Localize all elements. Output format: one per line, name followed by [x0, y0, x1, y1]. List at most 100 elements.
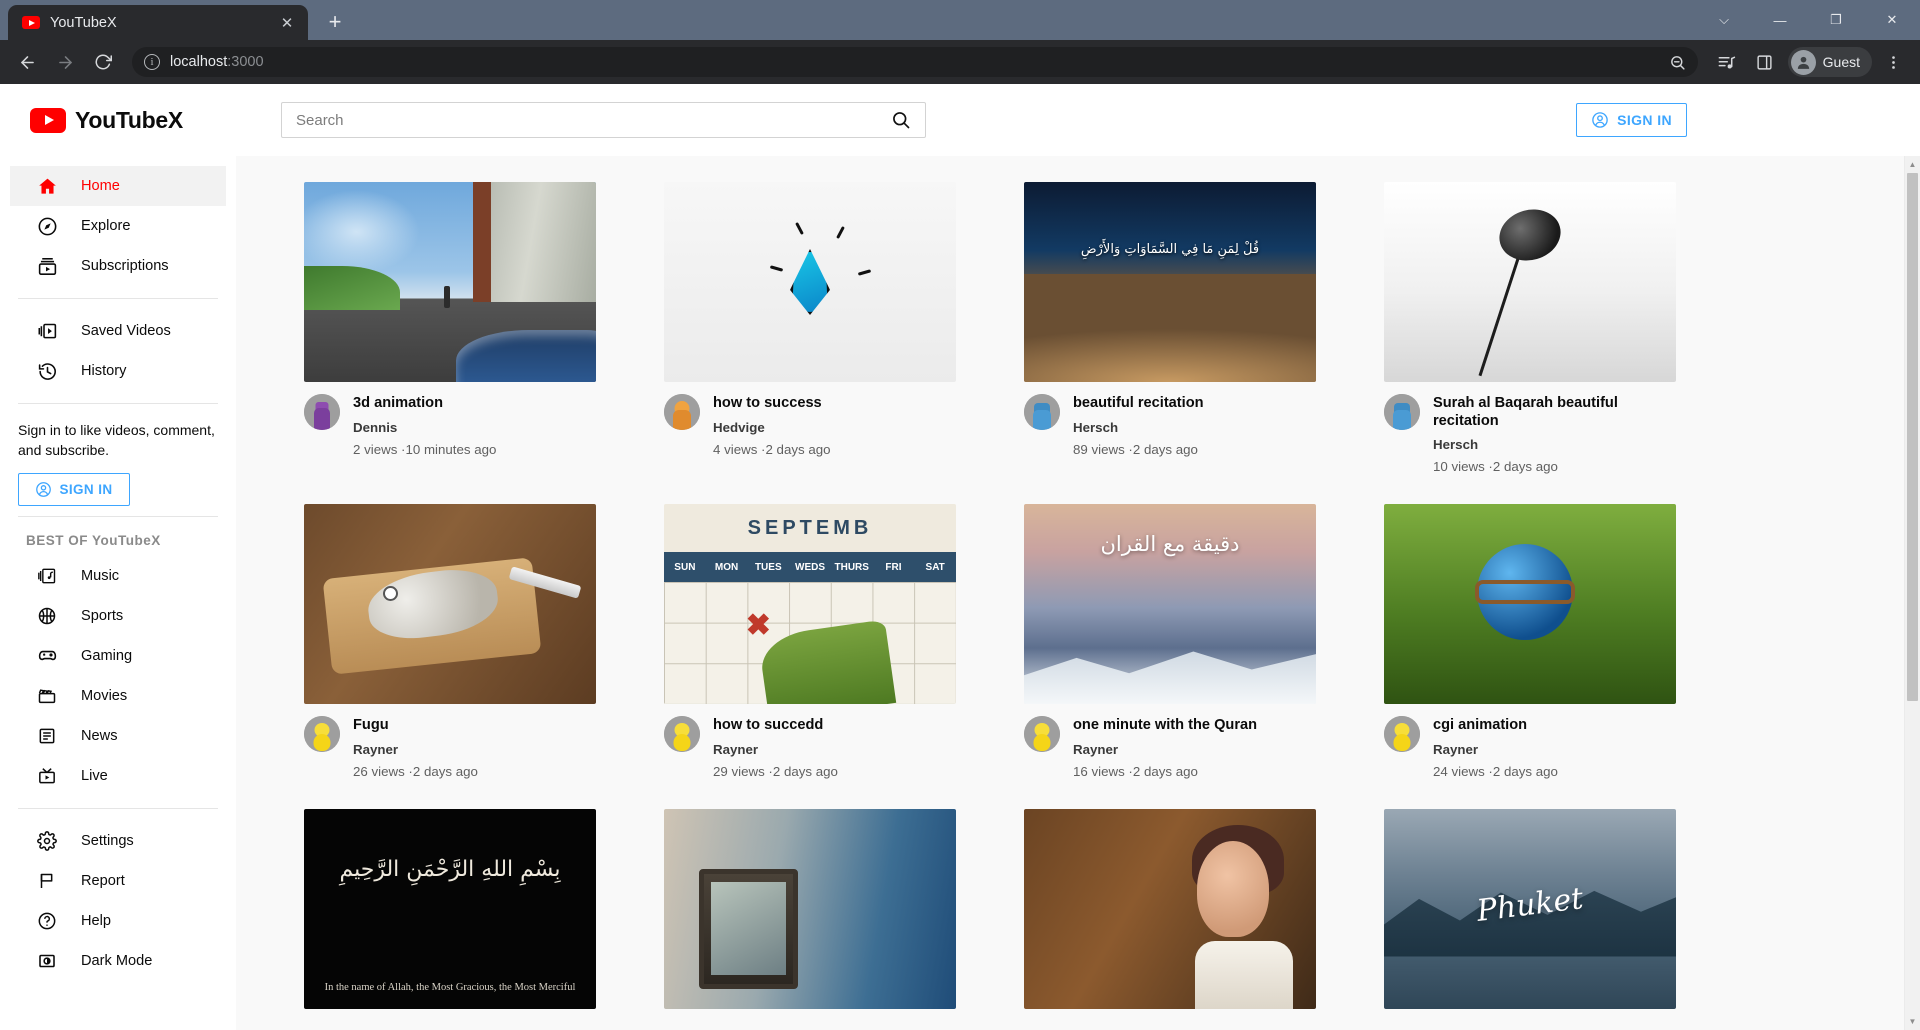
- video-thumbnail[interactable]: [664, 808, 956, 1009]
- video-thumbnail[interactable]: دقيقة مع القران: [1024, 504, 1316, 704]
- search-input[interactable]: [296, 111, 891, 129]
- sidebar-item-explore[interactable]: Explore: [10, 206, 226, 246]
- video-title[interactable]: beautiful recitation: [1073, 395, 1204, 413]
- channel-name[interactable]: Rayner: [1433, 742, 1558, 757]
- video-card[interactable]: بِسْمِ اللهِ الرَّحْمَنِ الرَّحِيمِ In t…: [304, 808, 596, 1009]
- live-icon: [36, 765, 58, 787]
- video-thumbnail[interactable]: SEPTEMB SUN MON TUES WEDS THURS FRI SAT: [664, 504, 956, 704]
- sidebar-item-label: Music: [81, 567, 120, 584]
- sidebar-item-movies[interactable]: Movies: [10, 676, 226, 716]
- reload-icon[interactable]: [86, 45, 120, 79]
- video-thumbnail[interactable]: [1384, 182, 1676, 382]
- forward-icon[interactable]: [48, 45, 82, 79]
- sidebar-item-help[interactable]: Help: [10, 901, 226, 941]
- page-scrollbar[interactable]: ▲ ▼: [1904, 156, 1920, 1030]
- video-card[interactable]: how to success Hedvige 4 views ·2 days a…: [664, 182, 956, 474]
- sidebar-item-sports[interactable]: Sports: [10, 596, 226, 636]
- video-card[interactable]: دقيقة مع القران one minute with the Qura…: [1024, 504, 1316, 779]
- sidebar-item-report[interactable]: Report: [10, 861, 226, 901]
- channel-name[interactable]: Rayner: [353, 742, 478, 757]
- brand-logo-link[interactable]: YouTubeX: [28, 107, 243, 134]
- channel-avatar[interactable]: [304, 394, 340, 430]
- video-title[interactable]: how to success: [713, 395, 831, 413]
- sidebar-item-saved-videos[interactable]: Saved Videos: [10, 311, 226, 351]
- video-card[interactable]: [664, 808, 956, 1009]
- address-bar-url: localhost:3000: [170, 54, 1659, 70]
- maximize-icon[interactable]: ❐: [1808, 0, 1864, 40]
- video-title[interactable]: how to succedd: [713, 717, 838, 735]
- video-thumbnail[interactable]: [304, 504, 596, 704]
- scroll-up-arrow-icon[interactable]: ▲: [1905, 156, 1920, 173]
- channel-avatar[interactable]: [1024, 394, 1060, 430]
- omnibox-search-icon[interactable]: [1669, 54, 1686, 71]
- video-card[interactable]: 3d animation Dennis 2 views ·10 minutes …: [304, 182, 596, 474]
- video-title[interactable]: one minute with the Quran: [1073, 717, 1257, 735]
- video-card[interactable]: Fugu Rayner 26 views ·2 days ago: [304, 504, 596, 779]
- channel-avatar[interactable]: [1384, 394, 1420, 430]
- channel-name[interactable]: Rayner: [713, 742, 838, 757]
- flag-icon: [36, 870, 58, 892]
- channel-name[interactable]: Hedvige: [713, 420, 831, 435]
- channel-name[interactable]: Hersch: [1073, 420, 1204, 435]
- channel-avatar[interactable]: [1384, 716, 1420, 752]
- channel-avatar[interactable]: [664, 394, 700, 430]
- channel-name[interactable]: Hersch: [1433, 437, 1676, 452]
- video-thumbnail[interactable]: بِسْمِ اللهِ الرَّحْمَنِ الرَّحِيمِ In t…: [304, 808, 596, 1009]
- video-title[interactable]: Surah al Baqarah beautiful recitation: [1433, 395, 1676, 430]
- video-title[interactable]: cgi animation: [1433, 717, 1558, 735]
- video-title[interactable]: 3d animation: [353, 395, 496, 413]
- browser-tab[interactable]: YouTubeX ✕: [8, 5, 308, 40]
- sidebar-item-music[interactable]: Music: [10, 556, 226, 596]
- thumbnail-overlay-text: SEPTEMB: [664, 504, 956, 552]
- calendar-day: MON: [714, 561, 739, 573]
- sidebar-item-news[interactable]: News: [10, 716, 226, 756]
- channel-avatar[interactable]: [1024, 716, 1060, 752]
- video-card[interactable]: cgi animation Rayner 24 views ·2 days ag…: [1384, 504, 1676, 779]
- search-box[interactable]: [281, 102, 926, 138]
- video-card[interactable]: Surah al Baqarah beautiful recitation He…: [1384, 182, 1676, 474]
- sidebar-item-gaming[interactable]: Gaming: [10, 636, 226, 676]
- back-icon[interactable]: [10, 45, 44, 79]
- video-thumbnail[interactable]: Phuket: [1384, 808, 1676, 1009]
- sidebar-item-history[interactable]: History: [10, 351, 226, 391]
- close-window-icon[interactable]: ✕: [1864, 0, 1920, 40]
- sidebar-item-settings[interactable]: Settings: [10, 821, 226, 861]
- restore-down-icon[interactable]: ⌵: [1696, 0, 1752, 40]
- video-title[interactable]: Fugu: [353, 717, 478, 735]
- video-thumbnail[interactable]: [1024, 808, 1316, 1009]
- video-thumbnail[interactable]: قُلْ لِمَنِ مَا فِي السَّمَاوَاتِ وَالأَ…: [1024, 182, 1316, 382]
- media-playlist-icon[interactable]: [1710, 45, 1744, 79]
- sidebar-divider: [18, 807, 218, 809]
- address-bar[interactable]: i localhost:3000: [132, 47, 1698, 77]
- minimize-icon[interactable]: —: [1752, 0, 1808, 40]
- new-tab-button[interactable]: +: [318, 5, 352, 39]
- video-thumbnail[interactable]: [1384, 504, 1676, 704]
- video-card[interactable]: Phuket: [1384, 808, 1676, 1009]
- sidebar-item-subscriptions[interactable]: Subscriptions: [10, 246, 226, 286]
- site-info-icon[interactable]: i: [144, 54, 160, 70]
- video-card[interactable]: قُلْ لِمَنِ مَا فِي السَّمَاوَاتِ وَالأَ…: [1024, 182, 1316, 474]
- video-card[interactable]: SEPTEMB SUN MON TUES WEDS THURS FRI SAT: [664, 504, 956, 779]
- search-icon[interactable]: [891, 110, 911, 130]
- channel-avatar[interactable]: [664, 716, 700, 752]
- scrollbar-thumb[interactable]: [1907, 173, 1918, 701]
- more-menu-icon[interactable]: [1876, 45, 1910, 79]
- scroll-down-arrow-icon[interactable]: ▼: [1905, 1013, 1920, 1030]
- sidebar-sign-in-button[interactable]: SIGN IN: [18, 472, 130, 506]
- header-sign-in-button[interactable]: SIGN IN: [1576, 103, 1687, 137]
- profile-button[interactable]: Guest: [1787, 47, 1872, 77]
- video-thumbnail[interactable]: [304, 182, 596, 382]
- sidebar-item-dark-mode[interactable]: Dark Mode: [10, 941, 226, 981]
- video-card[interactable]: [1024, 808, 1316, 1009]
- side-panel-icon[interactable]: [1748, 45, 1782, 79]
- channel-name[interactable]: Rayner: [1073, 742, 1257, 757]
- video-thumbnail[interactable]: [664, 182, 956, 382]
- sidebar-library-group: Saved Videos History: [0, 305, 236, 397]
- channel-name[interactable]: Dennis: [353, 420, 496, 435]
- channel-avatar[interactable]: [304, 716, 340, 752]
- thumbnail-fish-eye: [382, 586, 398, 601]
- sidebar-item-home[interactable]: Home: [10, 166, 226, 206]
- sidebar-section-title: BEST OF YouTubeX: [26, 532, 161, 548]
- sidebar-item-live[interactable]: Live: [10, 756, 226, 796]
- close-tab-icon[interactable]: ✕: [276, 12, 298, 34]
